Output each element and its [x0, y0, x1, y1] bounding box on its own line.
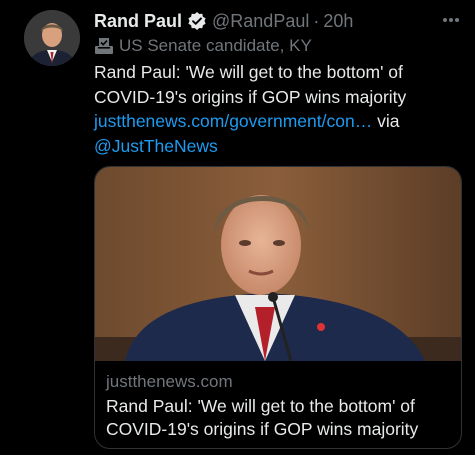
- tweet-text: Rand Paul: 'We will get to the bottom' o…: [94, 60, 464, 158]
- ballot-box-icon: [94, 37, 114, 55]
- tweet-link[interactable]: justthenews.com/government/con…: [94, 111, 372, 131]
- link-card[interactable]: justthenews.com Rand Paul: 'We will get …: [94, 166, 462, 449]
- tweet-header: Rand Paul @RandPaul · 20h: [94, 8, 353, 34]
- card-domain: justthenews.com: [106, 372, 233, 391]
- more-options-icon[interactable]: [439, 10, 463, 30]
- card-image[interactable]: [95, 167, 461, 361]
- account-label-text: US Senate candidate, KY: [119, 36, 312, 55]
- verified-badge-icon: [187, 11, 207, 31]
- account-label: US Senate candidate, KY: [94, 35, 312, 57]
- display-name[interactable]: Rand Paul: [94, 11, 182, 32]
- mention-link[interactable]: @JustTheNews: [94, 136, 218, 156]
- separator-dot: ·: [313, 10, 320, 31]
- tweet-text-body: Rand Paul: 'We will get to the bottom' o…: [94, 62, 407, 107]
- tweet-text-via: via: [372, 111, 400, 131]
- handle[interactable]: @RandPaul: [212, 11, 309, 32]
- tweet[interactable]: Rand Paul @RandPaul · 20h US Senate cand…: [0, 0, 475, 455]
- timestamp[interactable]: 20h: [323, 11, 353, 32]
- avatar[interactable]: [24, 10, 80, 66]
- card-title: Rand Paul: 'We will get to the bottom' o…: [106, 396, 419, 439]
